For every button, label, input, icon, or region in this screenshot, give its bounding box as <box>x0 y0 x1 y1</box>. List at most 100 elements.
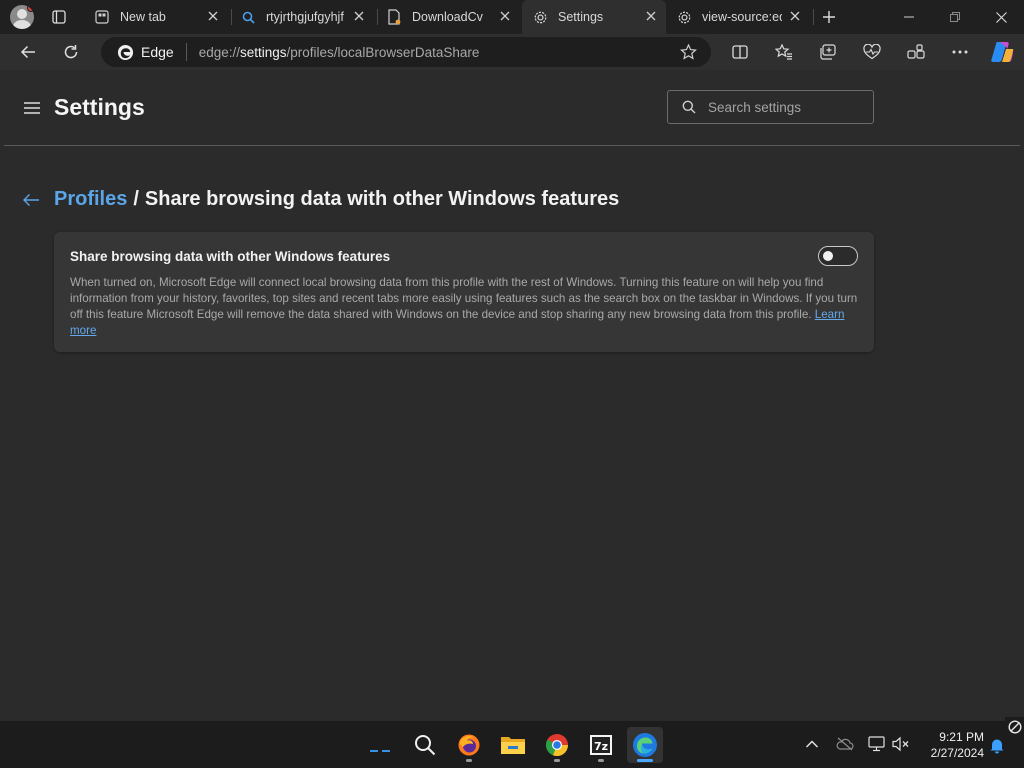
minimize-icon <box>904 16 914 18</box>
split-screen-icon <box>732 45 748 59</box>
notifications-button[interactable] <box>987 735 1007 755</box>
search-input[interactable] <box>708 99 858 115</box>
close-tab-icon[interactable] <box>206 9 220 23</box>
edge-logo-icon <box>633 733 657 757</box>
extensions-button[interactable] <box>904 40 928 64</box>
7zip-icon: 7z <box>590 735 612 755</box>
toolbar: Edge edge://settings/profiles/localBrows… <box>0 34 1024 70</box>
collections-icon <box>820 44 836 60</box>
close-window-button[interactable] <box>978 0 1024 34</box>
file-explorer-app[interactable] <box>495 727 531 763</box>
close-tab-icon[interactable] <box>788 9 802 23</box>
widgets-button[interactable] <box>366 735 394 755</box>
svg-text:7z: 7z <box>594 740 608 753</box>
volume-muted-icon <box>892 736 909 752</box>
more-dots-icon <box>952 50 968 54</box>
address-bar[interactable]: Edge edge://settings/profiles/localBrows… <box>101 37 711 67</box>
favorites-button[interactable] <box>772 40 796 64</box>
taskbar: 7z 9:21 PM 2/27/2024 <box>0 717 1024 768</box>
breadcrumb-profiles-link[interactable]: Profiles <box>54 188 127 211</box>
close-icon <box>995 11 1007 23</box>
onedrive-tray-button[interactable] <box>834 733 856 755</box>
search-settings-box[interactable] <box>667 90 874 124</box>
copilot-icon <box>991 42 1014 62</box>
new-tab-button[interactable] <box>818 6 840 28</box>
plus-icon <box>823 11 835 23</box>
browser-essentials-button[interactable] <box>860 40 884 64</box>
tab-actions-icon <box>52 10 66 24</box>
chrome-app[interactable] <box>539 727 575 763</box>
url-text: edge://settings/profiles/localBrowserDat… <box>198 44 480 60</box>
tab-settings[interactable]: Settings <box>522 0 666 34</box>
collections-button[interactable] <box>816 40 840 64</box>
settings-more-button[interactable] <box>948 40 972 64</box>
gear-icon <box>532 9 548 25</box>
volume-tray-button[interactable] <box>890 733 912 755</box>
split-screen-button[interactable] <box>728 40 752 64</box>
restore-button[interactable] <box>932 0 978 34</box>
setting-title: Share browsing data with other Windows f… <box>70 249 391 264</box>
back-arrow-icon <box>20 45 35 59</box>
running-indicator <box>554 759 560 762</box>
clock-date: 2/27/2024 <box>930 746 984 760</box>
favorites-icon <box>775 44 792 60</box>
edge-site-chip[interactable]: Edge <box>117 44 174 61</box>
profile-avatar[interactable] <box>10 5 34 29</box>
network-tray-button[interactable] <box>866 733 888 755</box>
tab-search[interactable]: rtyjrthgjufgyhjf <box>232 0 374 34</box>
edge-chip-label: Edge <box>141 44 174 60</box>
minimize-button[interactable] <box>886 0 932 34</box>
search-icon <box>415 735 436 756</box>
running-indicator <box>598 759 604 762</box>
close-tab-icon[interactable] <box>498 9 512 23</box>
address-divider <box>185 43 187 61</box>
show-hidden-icons-button[interactable] <box>801 733 823 755</box>
tab-actions-button[interactable] <box>50 8 68 26</box>
refresh-icon <box>64 45 78 59</box>
back-arrow-icon[interactable] <box>22 190 42 210</box>
edge-logo-icon <box>117 44 134 60</box>
back-button[interactable] <box>13 37 43 67</box>
cloud-off-icon <box>836 737 854 751</box>
tab-view-source[interactable]: view-source:ed <box>668 0 810 34</box>
close-tab-icon[interactable] <box>644 9 658 23</box>
heart-pulse-icon <box>863 44 881 60</box>
running-indicator <box>637 759 653 762</box>
page-title: Settings <box>54 94 145 120</box>
hamburger-icon <box>24 102 40 114</box>
search-icon <box>682 100 696 114</box>
firefox-app[interactable] <box>451 727 487 763</box>
7zip-app[interactable]: 7z <box>583 727 619 763</box>
header-divider <box>4 145 1020 146</box>
newtab-icon <box>94 9 110 25</box>
chrome-icon <box>545 734 569 757</box>
edge-app[interactable] <box>627 727 663 763</box>
widgets-icon <box>370 750 390 752</box>
bell-icon <box>990 739 1004 753</box>
network-icon <box>868 736 885 752</box>
do-not-disturb-badge[interactable] <box>1005 717 1024 737</box>
favorite-star-icon[interactable] <box>679 43 698 65</box>
share-browsing-data-toggle[interactable] <box>818 246 858 266</box>
running-indicator <box>466 759 472 762</box>
tab-new-tab[interactable]: New tab <box>86 0 228 34</box>
breadcrumb-current: Share browsing data with other Windows f… <box>144 188 620 210</box>
tab-downloadcv[interactable]: DownloadCv <box>378 0 520 34</box>
menu-button[interactable] <box>24 101 40 114</box>
blocked-icon <box>1007 720 1022 734</box>
document-icon <box>386 9 402 25</box>
tab-label: view-source:ed <box>702 10 782 24</box>
close-tab-icon[interactable] <box>352 9 366 23</box>
clock-time: 9:21 PM <box>939 730 984 744</box>
clock[interactable]: 9:21 PM 2/27/2024 <box>920 729 984 761</box>
tab-label: DownloadCv <box>412 10 483 24</box>
refresh-button[interactable] <box>56 37 86 67</box>
taskbar-search-button[interactable] <box>407 727 443 763</box>
firefox-icon <box>458 734 480 756</box>
toggle-knob <box>823 251 833 261</box>
breadcrumb: Profiles / Share browsing data with othe… <box>22 188 619 211</box>
tab-strip: New tab rtyjrthgjufgyhjf DownloadCv Sett… <box>0 0 1024 34</box>
restore-icon <box>950 12 960 22</box>
copilot-button[interactable] <box>988 38 1016 66</box>
gear-icon <box>676 9 692 25</box>
